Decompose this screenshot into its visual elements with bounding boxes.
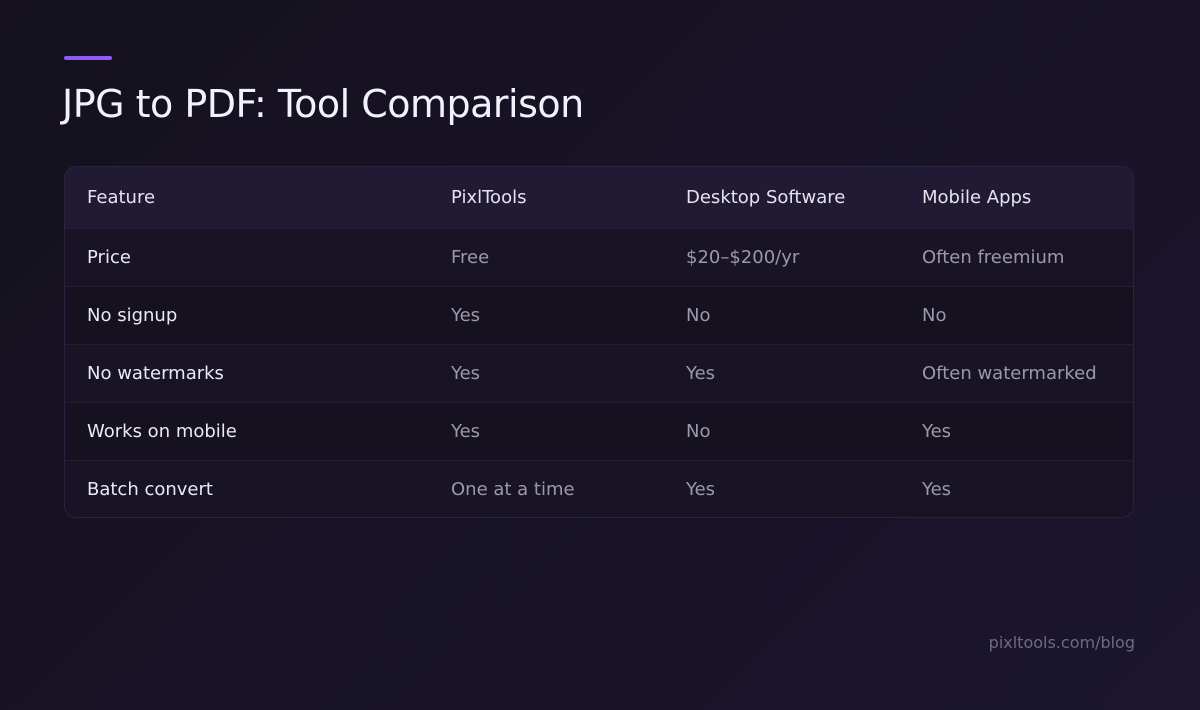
column-header-pixltools: PixlTools [451, 186, 527, 208]
table-row: No watermarks Yes Yes Often watermarked [65, 344, 1133, 402]
column-header-feature: Feature [87, 186, 156, 208]
desktop-software-cell: No [686, 304, 711, 326]
desktop-software-cell: Yes [686, 362, 716, 384]
mobile-apps-cell: No [922, 304, 947, 326]
table-row: Works on mobile Yes No Yes [65, 402, 1133, 460]
desktop-software-cell: No [686, 420, 711, 442]
title-accent-bar [64, 56, 112, 60]
column-header-desktop-software: Desktop Software [686, 186, 846, 208]
mobile-apps-cell: Often watermarked [922, 362, 1097, 384]
pixltools-cell: Yes [451, 362, 481, 384]
desktop-software-cell: $20–$200/yr [686, 246, 800, 268]
pixltools-cell: Yes [451, 420, 481, 442]
comparison-table-grid: Feature PixlTools Desktop Software Mobil… [65, 167, 1133, 517]
footer-source-url: pixltools.com/blog [988, 633, 1135, 652]
table-row: Batch convert One at a time Yes Yes [65, 460, 1133, 517]
desktop-software-cell: Yes [686, 478, 716, 500]
mobile-apps-cell: Often freemium [922, 246, 1065, 268]
table-row: No signup Yes No No [65, 286, 1133, 344]
pixltools-cell: Yes [451, 304, 481, 326]
mobile-apps-cell: Yes [922, 420, 952, 442]
mobile-apps-cell: Yes [922, 478, 952, 500]
feature-cell: No watermarks [87, 362, 224, 384]
column-header-mobile-apps: Mobile Apps [922, 186, 1032, 208]
table-header-row: Feature PixlTools Desktop Software Mobil… [65, 167, 1133, 228]
feature-cell: Price [87, 246, 131, 268]
pixltools-cell: Free [451, 246, 490, 268]
feature-cell: Batch convert [87, 478, 213, 500]
pixltools-cell: One at a time [451, 478, 575, 500]
comparison-table: Feature PixlTools Desktop Software Mobil… [64, 166, 1134, 518]
feature-cell: No signup [87, 304, 178, 326]
table-row: Price Free $20–$200/yr Often freemium [65, 228, 1133, 286]
page-title: JPG to PDF: Tool Comparison [62, 82, 584, 126]
feature-cell: Works on mobile [87, 420, 237, 442]
